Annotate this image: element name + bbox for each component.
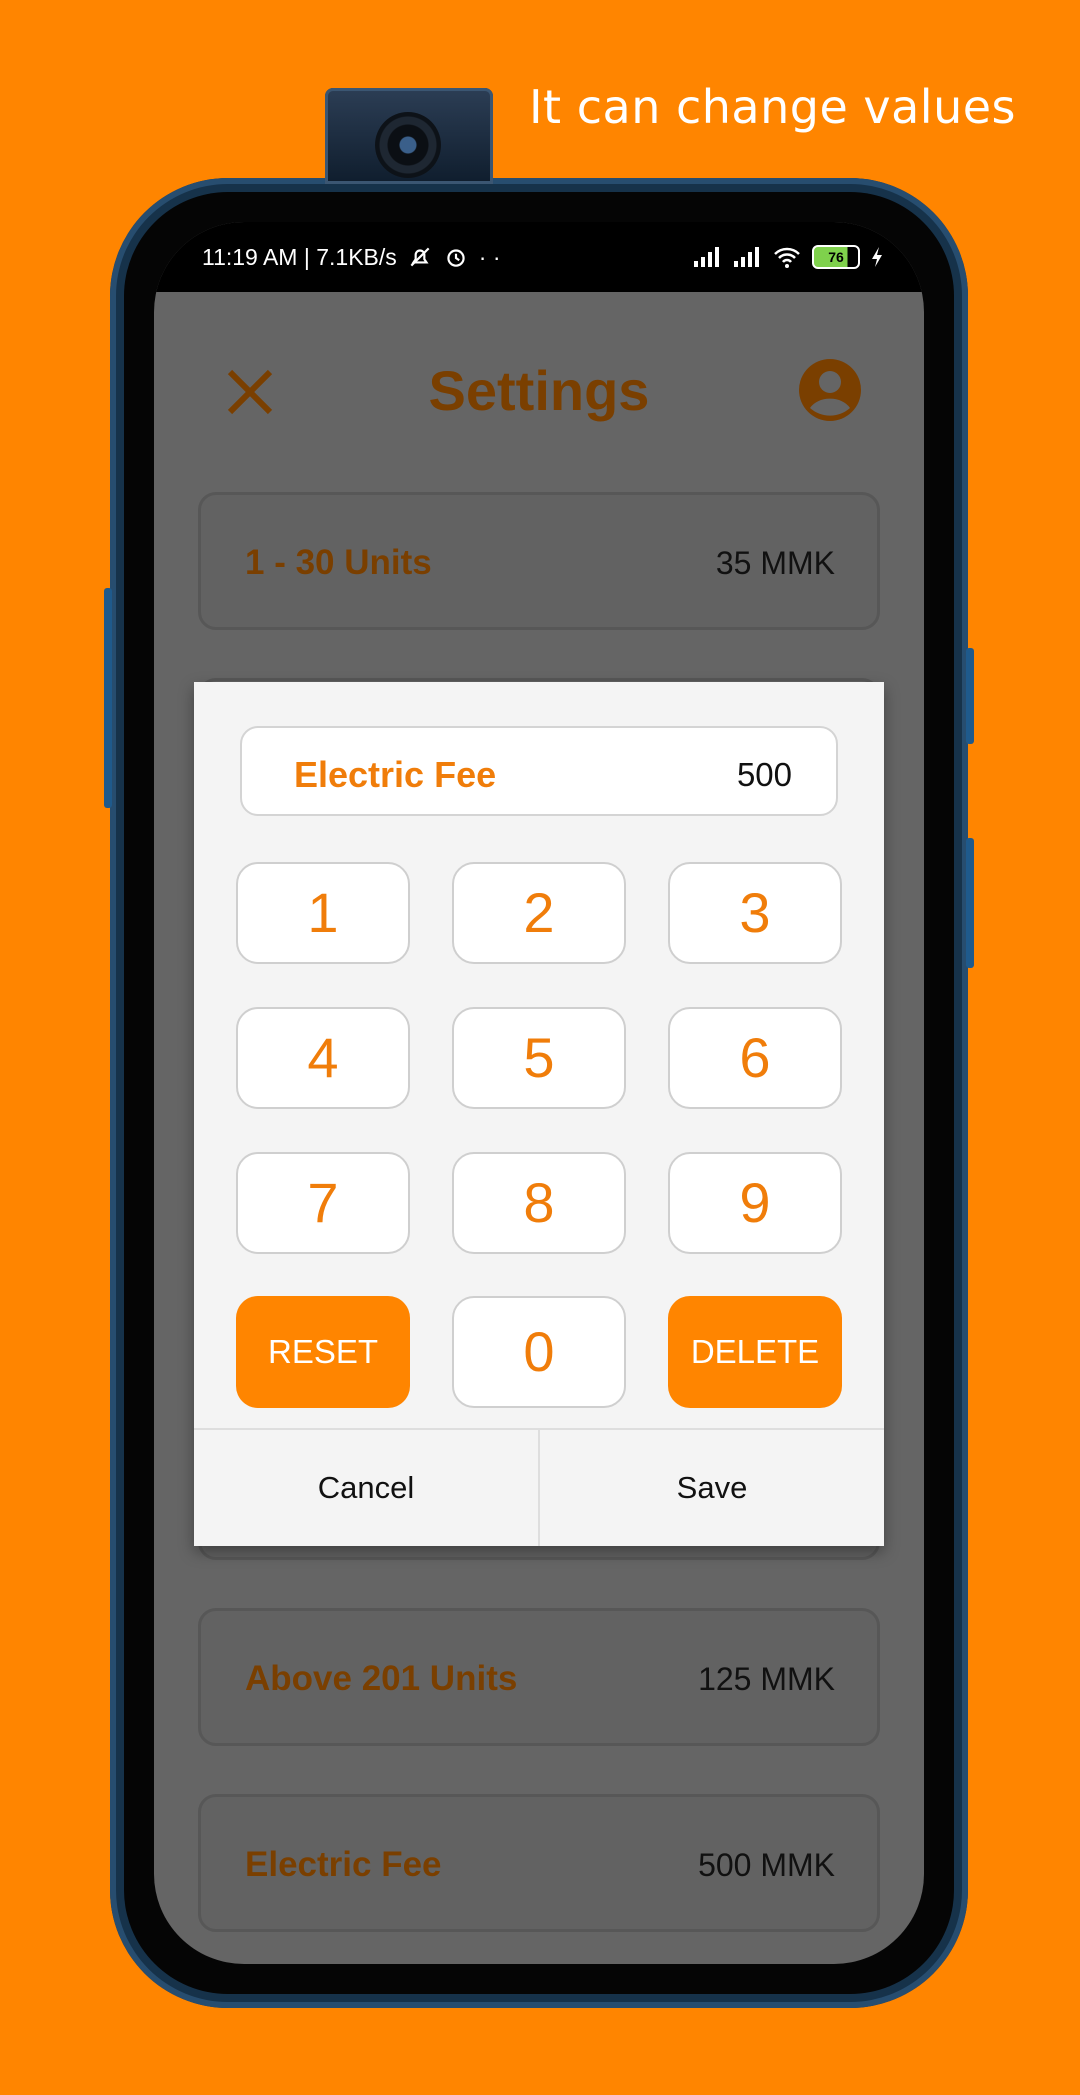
key-6-button[interactable]: 6 — [668, 1007, 842, 1109]
battery-icon: 76 — [812, 245, 860, 269]
number-pad-dialog: Electric Fee 500 1 2 3 4 5 6 7 8 9 RESET… — [194, 682, 884, 1546]
rate-row[interactable]: 1 - 30 Units 35 MMK — [198, 492, 880, 630]
rate-value: 125 MMK — [698, 1661, 835, 1697]
wifi-icon — [774, 247, 800, 268]
delete-button[interactable]: DELETE — [668, 1296, 842, 1408]
promo-caption: It can change values — [528, 80, 1016, 134]
rate-row[interactable]: Electric Fee 500 MMK — [198, 1794, 880, 1932]
reset-button[interactable]: RESET — [236, 1296, 410, 1408]
phone-side-button — [966, 838, 974, 968]
status-time-speed: 11:19 AM | 7.1KB/s — [202, 243, 397, 270]
phone-side-button — [966, 648, 974, 744]
value-display-field: Electric Fee 500 — [240, 726, 838, 816]
rate-row[interactable]: Above 201 Units 125 MMK — [198, 1608, 880, 1746]
key-3-button[interactable]: 3 — [668, 862, 842, 964]
display-field-value: 500 — [736, 756, 792, 793]
alarm-icon — [447, 249, 465, 267]
account-icon[interactable] — [798, 358, 862, 422]
popup-camera — [325, 88, 493, 184]
rate-value: 500 MMK — [698, 1847, 835, 1883]
key-4-button[interactable]: 4 — [236, 1007, 410, 1109]
signal-icon — [694, 247, 719, 267]
key-1-button[interactable]: 1 — [236, 862, 410, 964]
key-2-button[interactable]: 2 — [452, 862, 626, 964]
rate-label: 1 - 30 Units — [245, 543, 432, 582]
camera-lens-icon — [375, 112, 441, 178]
display-field-label: Electric Fee — [294, 754, 497, 795]
key-5-button[interactable]: 5 — [452, 1007, 626, 1109]
key-7-button[interactable]: 7 — [236, 1152, 410, 1254]
status-bar: 11:19 AM | 7.1KB/s · · 76 — [154, 222, 924, 292]
mute-icon — [410, 247, 430, 267]
phone-side-button — [104, 588, 112, 808]
status-more-dots: · · — [478, 243, 501, 270]
rate-label: Above 201 Units — [245, 1659, 518, 1698]
key-0-button[interactable]: 0 — [452, 1296, 626, 1408]
save-button[interactable]: Save — [540, 1430, 884, 1546]
key-9-button[interactable]: 9 — [668, 1152, 842, 1254]
charging-icon — [872, 247, 882, 267]
rate-label: Electric Fee — [245, 1845, 442, 1884]
app-header: Settings — [154, 292, 924, 482]
signal-icon — [734, 247, 759, 267]
dialog-actions: Cancel Save — [194, 1428, 884, 1546]
key-8-button[interactable]: 8 — [452, 1152, 626, 1254]
cancel-button[interactable]: Cancel — [194, 1430, 540, 1546]
rate-value: 35 MMK — [715, 545, 835, 581]
